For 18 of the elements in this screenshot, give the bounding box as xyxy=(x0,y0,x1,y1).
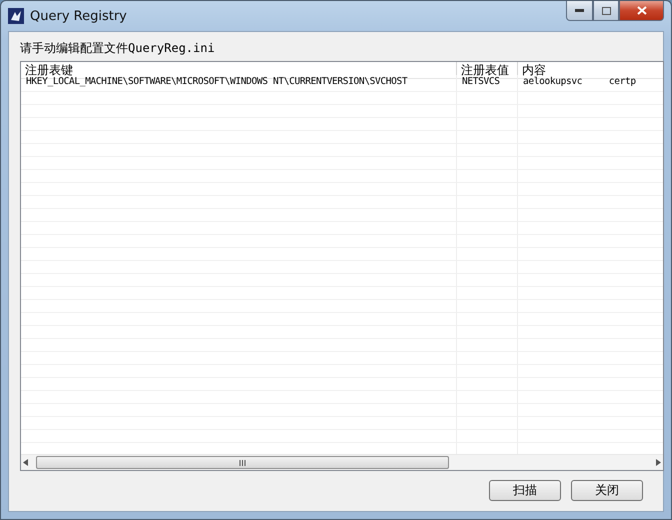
close-icon xyxy=(636,6,646,15)
scroll-right-icon[interactable] xyxy=(656,459,661,466)
minimize-button[interactable] xyxy=(566,1,593,21)
dialog-button[interactable]: 关闭 xyxy=(571,480,643,501)
dialog-button[interactable]: 扫描 xyxy=(489,480,561,501)
table-cell: HKEY_LOCAL_MACHINE\SOFTWARE\MICROSOFT\WINDOWS NT\CURRENTVERSION\SVCHOST xyxy=(21,75,457,88)
scroll-left-icon[interactable] xyxy=(23,459,28,466)
close-button[interactable] xyxy=(619,1,664,21)
horizontal-scrollbar[interactable] xyxy=(21,454,663,470)
maximize-icon xyxy=(602,6,610,14)
maximize-button[interactable] xyxy=(593,1,619,21)
window-title: Query Registry xyxy=(30,8,127,24)
app-icon xyxy=(8,8,24,24)
table-cell: NETSVCS xyxy=(457,75,518,88)
grip-icon xyxy=(239,460,246,466)
instruction-text: 请手动编辑配置文件QueryReg.ini xyxy=(20,40,216,57)
minimize-icon xyxy=(575,9,584,12)
scrollbar-thumb[interactable] xyxy=(36,456,449,469)
